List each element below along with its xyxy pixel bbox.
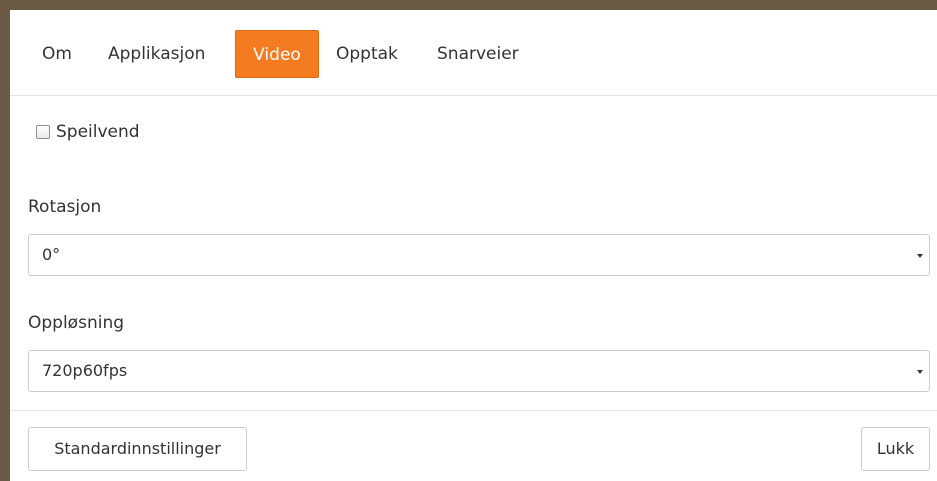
close-button[interactable]: Lukk xyxy=(861,427,930,471)
tab-opptak[interactable]: Opptak xyxy=(336,30,398,78)
rotation-label: Rotasjon xyxy=(28,197,102,217)
tab-bar: Om Applikasjon Video Opptak Snarveier xyxy=(10,10,937,96)
defaults-button[interactable]: Standardinnstillinger xyxy=(28,427,247,471)
rotation-value: 0° xyxy=(42,245,61,264)
tab-video[interactable]: Video xyxy=(235,30,319,78)
tab-om[interactable]: Om xyxy=(42,30,72,78)
rotation-select[interactable]: 0° xyxy=(28,234,930,276)
resolution-label: Oppløsning xyxy=(28,313,125,333)
resolution-value: 720p60fps xyxy=(42,361,128,380)
mirror-label: Speilvend xyxy=(56,122,140,142)
settings-dialog: Om Applikasjon Video Opptak Snarveier Sp… xyxy=(10,10,937,481)
mirror-option[interactable]: Speilvend xyxy=(36,120,140,144)
caret-down-icon xyxy=(917,370,923,374)
caret-down-icon xyxy=(917,254,923,258)
mirror-checkbox[interactable] xyxy=(36,125,50,139)
dialog-footer xyxy=(10,410,937,411)
resolution-select[interactable]: 720p60fps xyxy=(28,350,930,392)
tab-snarveier[interactable]: Snarveier xyxy=(437,30,519,78)
tab-applikasjon[interactable]: Applikasjon xyxy=(108,30,205,78)
